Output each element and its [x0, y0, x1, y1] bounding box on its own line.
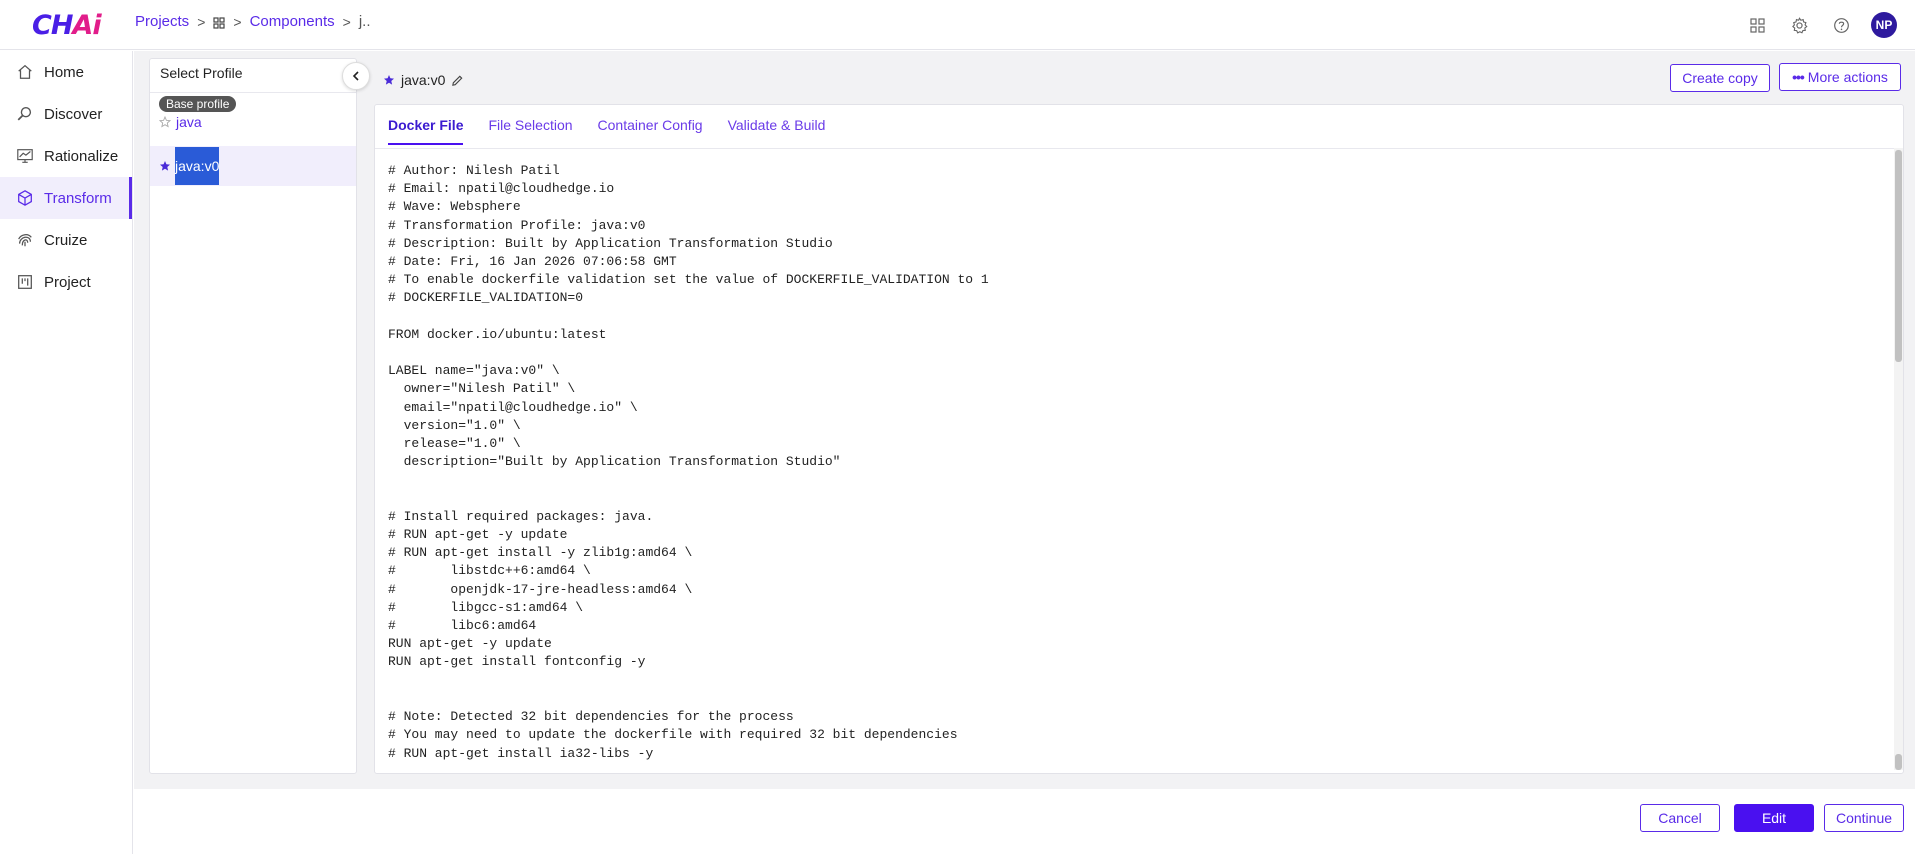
code-line: # DOCKERFILE_VALIDATION=0 — [388, 290, 584, 306]
profile-name: java:v0 — [175, 147, 220, 185]
star-outline-icon[interactable] — [159, 116, 171, 128]
profile-item-java-v0[interactable]: java:v0 — [159, 146, 220, 186]
scrollbar-thumb[interactable] — [1895, 150, 1902, 362]
breadcrumb-separator: > — [233, 13, 242, 30]
code-line: # Author: Nilesh Patil — [388, 163, 560, 178]
code-line: FROM docker.io/ubuntu:latest — [388, 326, 607, 342]
nav-item-cruize[interactable]: Cruize — [0, 219, 132, 261]
code-line: # libstdc++6:amd64 \ — [388, 563, 591, 579]
nav-item-home[interactable]: Home — [0, 51, 132, 93]
breadcrumb-projects[interactable]: Projects — [135, 13, 189, 30]
code-line: # Date: Fri, 16 Jan 2026 07:06:58 GMT — [388, 254, 677, 270]
nav-label: Rationalize — [44, 147, 119, 165]
collapse-panel-button[interactable] — [342, 62, 370, 90]
chai-logo[interactable]: CHAi — [32, 10, 102, 41]
nav-label: Discover — [44, 105, 103, 123]
code-line: RUN apt-get -y update — [388, 636, 552, 652]
continue-button[interactable]: Continue — [1824, 804, 1904, 832]
create-copy-button[interactable]: Create copy — [1670, 64, 1770, 92]
profile-title-row: java:v0 — [383, 72, 464, 88]
nav-item-project[interactable]: Project — [0, 261, 132, 303]
code-line: # libgcc-s1:amd64 \ — [388, 599, 584, 615]
profile-item-java[interactable]: java — [159, 114, 202, 130]
code-line: # RUN apt-get -y update — [388, 527, 568, 543]
discover-icon — [17, 107, 32, 121]
apps-grid-icon[interactable] — [213, 16, 225, 29]
code-line: # RUN apt-get install ia32-libs -y — [388, 745, 654, 761]
edit-button[interactable]: Edit — [1734, 804, 1814, 832]
breadcrumb-current: j.. — [358, 13, 371, 30]
tab-divider — [375, 148, 1903, 149]
more-actions-button[interactable]: ••• More actions — [1779, 63, 1901, 91]
more-dots-icon: ••• — [1792, 69, 1805, 85]
dockerfile-content[interactable]: # Author: Nilesh Patil # Email: npatil@cl… — [388, 162, 1888, 762]
tab-docker-file[interactable]: Docker File — [388, 114, 464, 145]
profile-panel-title: Select Profile — [150, 59, 356, 93]
nav-item-discover[interactable]: Discover — [0, 93, 132, 135]
top-right-actions: NP — [1745, 12, 1897, 38]
fingerprint-icon — [18, 234, 32, 247]
cancel-button[interactable]: Cancel — [1640, 804, 1720, 832]
tab-bar: Docker File File Selection Container Con… — [388, 114, 825, 145]
breadcrumb-components[interactable]: Components — [250, 13, 335, 30]
code-line: # openjdk-17-jre-headless:amd64 \ — [388, 581, 693, 597]
chevron-left-icon — [352, 71, 359, 81]
breadcrumb-separator: > — [197, 13, 206, 30]
star-filled-icon[interactable] — [159, 160, 171, 172]
settings-gear-icon[interactable] — [1787, 13, 1811, 37]
base-profile-badge: Base profile — [159, 96, 237, 112]
code-line: # RUN apt-get install -y zlib1g:amd64 \ — [388, 545, 693, 561]
code-line: LABEL name="java:v0" \ — [388, 363, 560, 379]
nav-label: Transform — [44, 189, 112, 207]
breadcrumb-separator: > — [342, 13, 351, 30]
left-sidebar: Home Discover Rationalize Transform Crui… — [0, 51, 133, 854]
edit-pencil-icon[interactable] — [451, 74, 464, 87]
nav-item-transform[interactable]: Transform — [0, 177, 132, 219]
tab-container-config[interactable]: Container Config — [598, 114, 703, 145]
code-line: # libc6:amd64 — [388, 618, 537, 634]
nav-label: Home — [44, 63, 85, 81]
scrollbar-thumb-bottom[interactable] — [1895, 754, 1902, 770]
star-filled-icon — [384, 75, 394, 85]
code-line: # To enable dockerfile validation set th… — [388, 272, 989, 288]
top-bar: CHAi Projects > > Components > j.. NP — [0, 0, 1915, 50]
tab-file-selection[interactable]: File Selection — [488, 114, 572, 145]
code-line: # Wave: Websphere — [388, 199, 521, 215]
nav-label: Cruize — [44, 231, 88, 249]
nav-label: Project — [44, 273, 91, 291]
board-icon — [18, 275, 32, 289]
code-line: version="1.0" \ — [388, 417, 521, 433]
user-avatar[interactable]: NP — [1871, 12, 1897, 38]
cube-icon — [18, 190, 32, 206]
help-icon[interactable] — [1829, 13, 1853, 37]
chart-icon — [17, 149, 33, 163]
more-actions-label: More actions — [1807, 69, 1888, 85]
nav-item-rationalize[interactable]: Rationalize — [0, 135, 132, 177]
code-line: description="Built by Application Transf… — [388, 454, 841, 470]
profile-title: java:v0 — [401, 72, 446, 88]
apps-icon[interactable] — [1745, 13, 1769, 37]
home-icon — [18, 64, 32, 79]
code-line: # Email: npatil@cloudhedge.io — [388, 181, 615, 197]
code-line: release="1.0" \ — [388, 436, 521, 452]
code-line: RUN apt-get install fontconfig -y — [388, 654, 646, 670]
tab-validate-build[interactable]: Validate & Build — [728, 114, 826, 145]
code-line: # Note: Detected 32 bit dependencies for… — [388, 709, 794, 725]
code-line: owner="Nilesh Patil" \ — [388, 381, 576, 397]
breadcrumb: Projects > > Components > j.. — [135, 13, 370, 30]
profile-name: java — [176, 114, 202, 130]
code-line: # Transformation Profile: java:v0 — [388, 217, 646, 233]
code-line: # Description: Built by Application Tran… — [388, 235, 833, 251]
code-line: # You may need to update the dockerfile … — [388, 727, 958, 743]
code-line: email="npatil@cloudhedge.io" \ — [388, 399, 638, 415]
code-line: # Install required packages: java. — [388, 508, 654, 524]
